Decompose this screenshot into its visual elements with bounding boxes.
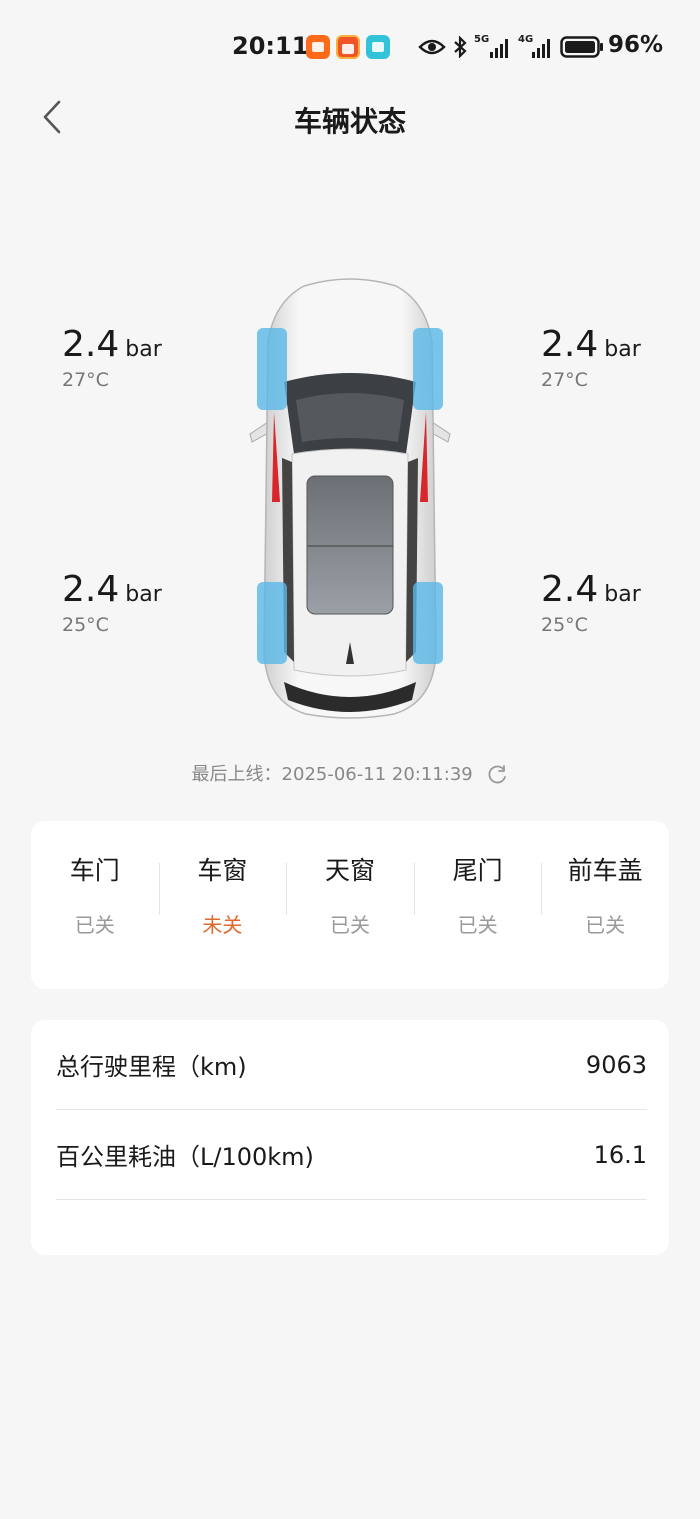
closure-status-card: 车门 已关 车窗 未关 天窗 已关 尾门 已关 前车盖 已关 [31, 821, 669, 989]
status-value: 已关 [74, 913, 115, 937]
status-label: 车门 [69, 856, 120, 885]
tire-temperature: 25°C [541, 614, 588, 636]
status-item-sunroof: 天窗 已关 [286, 851, 414, 938]
eye-icon [418, 39, 446, 55]
tire-pressure-unit: bar [125, 582, 162, 607]
signal-5g-icon: 5G [474, 34, 514, 60]
tire-pressure: 2.4 [62, 324, 120, 365]
tire-front-left: 2.4 bar 27°C [62, 324, 162, 392]
tire-pressure: 2.4 [62, 569, 120, 610]
tire-temperature: 27°C [62, 369, 109, 391]
tire-highlight [413, 328, 443, 410]
tire-pressure: 2.4 [541, 324, 599, 365]
stat-value: 16.1 [593, 1140, 647, 1169]
stat-label: 总行驶里程（km) [56, 1053, 247, 1081]
tire-rear-left: 2.4 bar 25°C [62, 569, 162, 637]
app-notification-icon [306, 35, 330, 59]
status-item-tailgate: 尾门 已关 [413, 851, 542, 938]
battery-percentage: 96% [608, 32, 664, 58]
status-bar: 20:11 5G 4G 96% [0, 0, 700, 90]
tire-highlight [257, 328, 287, 410]
tire-pressure: 2.4 [541, 569, 599, 610]
stat-label: 百公里耗油（L/100km) [56, 1143, 314, 1171]
page-title: 车辆状态 [293, 105, 406, 138]
battery-icon [560, 36, 603, 58]
status-label: 车窗 [197, 856, 248, 885]
stat-row-mileage: 总行驶里程（km) 9063 [56, 1020, 647, 1110]
last-online: 最后上线：2025-06-11 20:11:39 [0, 760, 700, 786]
car-top-view-image [249, 278, 451, 719]
status-label: 天窗 [324, 856, 375, 885]
status-value: 未关 [202, 913, 243, 937]
stat-value: 9063 [585, 1050, 647, 1079]
signal-4g-icon: 4G [518, 34, 558, 60]
book-app-icon [366, 35, 390, 59]
tire-pressure-unit: bar [125, 337, 162, 362]
status-value: 已关 [585, 913, 626, 937]
tire-highlight [413, 582, 443, 664]
stat-row-fuel-consumption: 百公里耗油（L/100km) 16.1 [56, 1110, 647, 1200]
tire-pressure-unit: bar [604, 337, 641, 362]
last-online-datetime: 2025-06-11 20:11:39 [281, 764, 473, 785]
status-label: 前车盖 [567, 856, 643, 885]
last-online-label: 最后上线： [191, 764, 282, 785]
tire-pressure-unit: bar [604, 582, 641, 607]
status-value: 已关 [329, 913, 370, 937]
status-item-doors: 车门 已关 [31, 851, 159, 938]
tire-front-right: 2.4 bar 27°C [541, 324, 641, 392]
status-item-hood: 前车盖 已关 [541, 851, 669, 938]
tire-temperature: 25°C [62, 614, 109, 636]
tire-temperature: 27°C [541, 369, 588, 391]
app-notification-icon [336, 35, 360, 59]
tire-highlight [257, 582, 287, 664]
refresh-icon[interactable] [486, 764, 508, 786]
bluetooth-icon [454, 36, 467, 58]
status-label: 尾门 [452, 856, 503, 885]
tire-rear-right: 2.4 bar 25°C [541, 569, 641, 637]
vehicle-stats-card: 总行驶里程（km) 9063 百公里耗油（L/100km) 16.1 [31, 1020, 669, 1255]
status-time: 20:11 [232, 32, 309, 60]
status-item-windows: 车窗 未关 [158, 851, 287, 938]
status-value: 已关 [457, 913, 498, 937]
